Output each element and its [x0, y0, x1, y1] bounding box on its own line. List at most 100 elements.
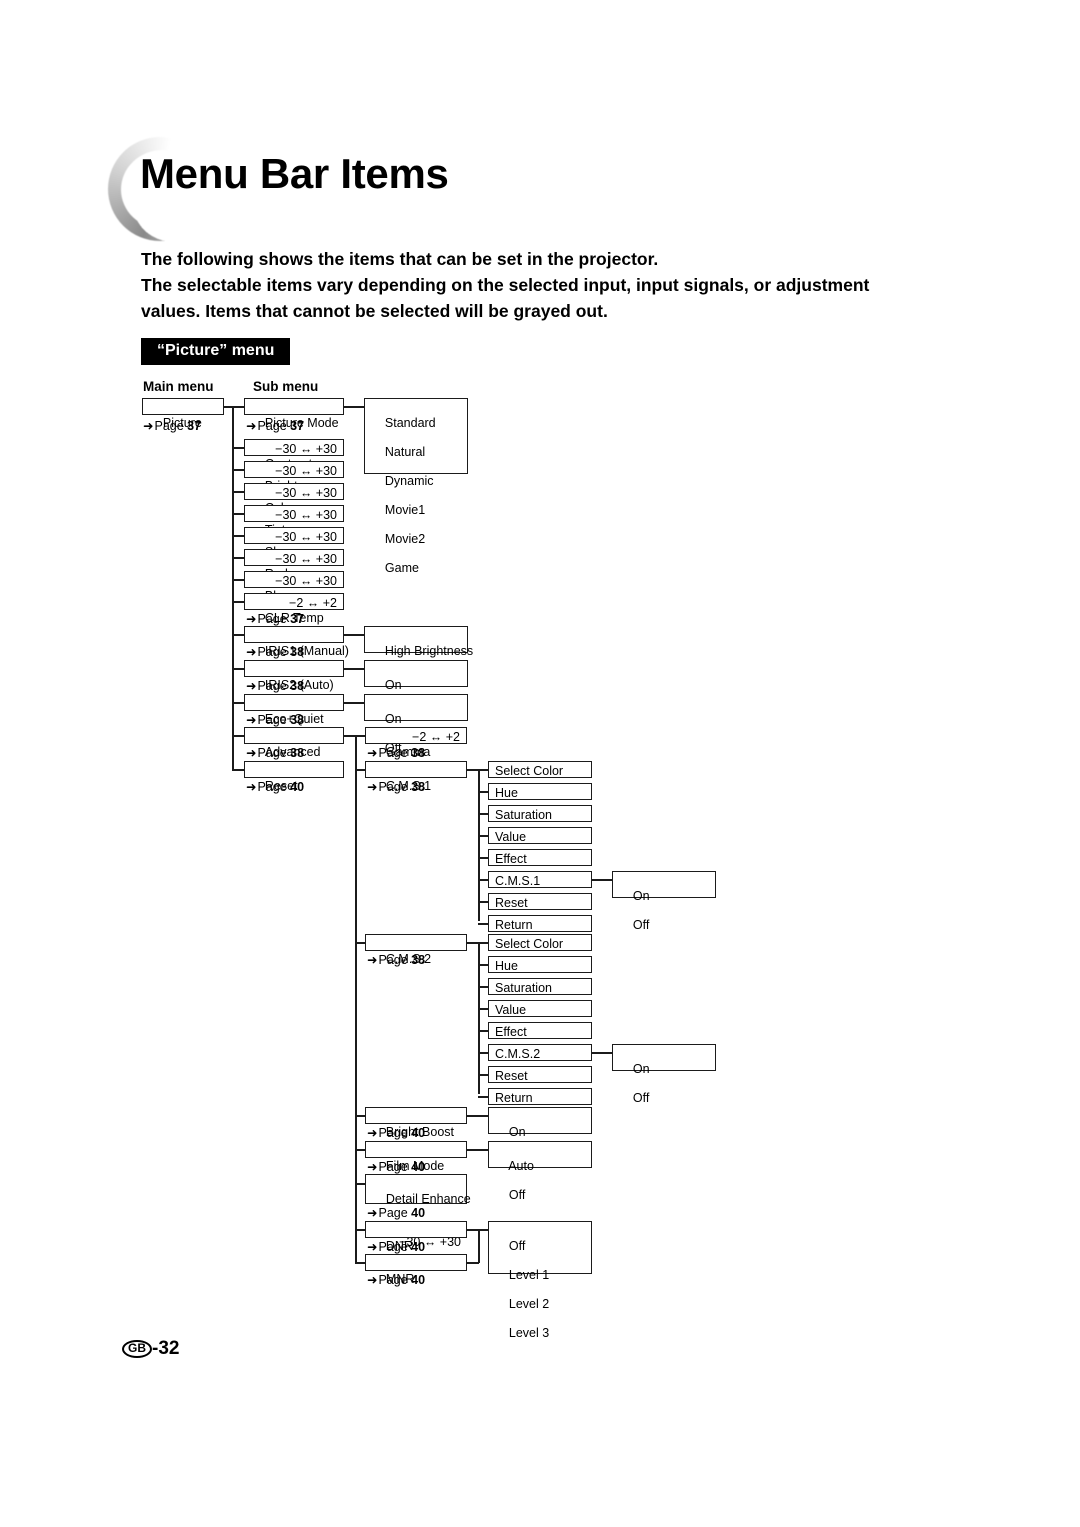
- pageref-clr-temp: ➜Page 37: [246, 612, 305, 626]
- node-film-mode-options[interactable]: Auto Off: [488, 1141, 592, 1202]
- connector-adv-6: [355, 1229, 365, 1231]
- node-picture[interactable]: Picture: [142, 398, 224, 430]
- connector-sub-0: [232, 406, 244, 408]
- connector-sub-1: [232, 447, 244, 449]
- node-picture-mode-options[interactable]: Standard Natural Dynamic Movie1 Movie2 G…: [364, 398, 468, 575]
- connector-sub-13: [232, 769, 244, 771]
- node-dnr-mnr-options[interactable]: Off Level 1 Level 2 Level 3: [488, 1221, 592, 1340]
- node-eco-quiet[interactable]: Eco+Quiet: [244, 694, 344, 726]
- connector-cms1-1: [478, 791, 488, 793]
- column-heading-sub-menu: Sub menu: [253, 379, 319, 394]
- node-detail-enhance[interactable]: Detail Enhance −30 ↔ +30: [365, 1174, 471, 1249]
- node-cms1[interactable]: C.M.S.1: [365, 761, 467, 793]
- connector-adv-2: [355, 942, 365, 944]
- node-cms2-toggle-options[interactable]: On Off: [612, 1044, 716, 1105]
- menu-tree-diagram: Main menu Sub menu Picture ➜Page 37 Pict…: [0, 0, 1080, 1527]
- connector-cms2-1: [478, 964, 488, 966]
- connector-sub-11: [232, 702, 244, 704]
- connector-cms1-6: [478, 901, 488, 903]
- node-color[interactable]: Color−30 ↔ +30: [244, 483, 344, 515]
- node-cms2-return[interactable]: Return: [488, 1088, 592, 1105]
- connector-sub-10: [232, 668, 244, 670]
- connector-cms1-4: [478, 857, 488, 859]
- node-tint[interactable]: Tint−30 ↔ +30: [244, 505, 344, 537]
- node-iris2-options[interactable]: On Off: [364, 660, 468, 721]
- node-cms1-select-color[interactable]: Select Color: [488, 761, 592, 778]
- node-cms2-select-color[interactable]: Select Color: [488, 934, 592, 951]
- node-cms1-saturation[interactable]: Saturation: [488, 805, 592, 822]
- node-advanced[interactable]: Advanced: [244, 727, 344, 759]
- node-cms2[interactable]: C.M.S.2: [365, 934, 467, 966]
- node-cms2-toggle[interactable]: C.M.S.2: [488, 1044, 592, 1061]
- connector-sub-3: [232, 491, 244, 493]
- node-iris2-auto[interactable]: IRIS2 (Auto): [244, 660, 344, 692]
- pageref-reset: ➜Page 40: [246, 780, 305, 794]
- connector-adv-5: [355, 1183, 365, 1185]
- node-bright-boost-options[interactable]: On Off: [488, 1107, 592, 1168]
- pageref-iris2: ➜Page 38: [246, 679, 305, 693]
- connector-iris2-options: [344, 668, 364, 670]
- node-mnr[interactable]: MNR: [365, 1254, 467, 1286]
- connector-cms1-0: [478, 769, 488, 771]
- node-film-mode[interactable]: Film Mode: [365, 1141, 467, 1173]
- node-cms1-value[interactable]: Value: [488, 827, 592, 844]
- node-cms1-toggle-options[interactable]: On Off: [612, 871, 716, 932]
- pageref-picture-mode: ➜Page 37: [246, 419, 305, 433]
- node-blue[interactable]: Blue−30 ↔ +30: [244, 571, 344, 603]
- connector-cms2-toggle-options: [592, 1052, 612, 1054]
- connector-cms2-7: [478, 1096, 488, 1098]
- node-red[interactable]: Red−30 ↔ +30: [244, 549, 344, 581]
- node-cms2-effect[interactable]: Effect: [488, 1022, 592, 1039]
- connector-cms1-toggle-options: [592, 879, 612, 881]
- connector-sub-7: [232, 579, 244, 581]
- pageref-cms2: ➜Page 38: [367, 953, 426, 967]
- node-bright[interactable]: Bright−30 ↔ +30: [244, 461, 344, 493]
- connector-sub-6: [232, 557, 244, 559]
- connector-adv-4: [355, 1149, 365, 1151]
- node-dnr[interactable]: DNR: [365, 1221, 467, 1253]
- connector-cms1-2: [478, 813, 488, 815]
- pageref-dnr: ➜Page 40: [367, 1240, 426, 1254]
- connector-picturemode-options: [344, 406, 364, 408]
- connector-sub-12: [232, 735, 244, 737]
- connector-adv-7: [355, 1262, 365, 1264]
- pageref-cms1: ➜Page 38: [367, 780, 426, 794]
- connector-brightboost-options: [467, 1115, 488, 1117]
- connector-dnrmnr-options: [478, 1229, 488, 1231]
- connector-adv-1: [355, 769, 365, 771]
- footer-page-number: GB -32: [122, 1338, 179, 1360]
- connector-cms2-0: [478, 942, 488, 944]
- pageref-film-mode: ➜Page 40: [367, 1160, 426, 1174]
- node-cms1-toggle[interactable]: C.M.S.1: [488, 871, 592, 888]
- node-iris1-manual[interactable]: IRIS1 (Manual): [244, 626, 349, 658]
- connector-iris1-options: [344, 634, 364, 636]
- pageref-iris1: ➜Page 38: [246, 645, 305, 659]
- pageref-picture: ➜Page 37: [143, 419, 202, 433]
- node-cms2-saturation[interactable]: Saturation: [488, 978, 592, 995]
- node-sharp[interactable]: Sharp−30 ↔ +30: [244, 527, 344, 559]
- pageref-eco-quiet: ➜Page 38: [246, 713, 305, 727]
- node-cms2-hue[interactable]: Hue: [488, 956, 592, 973]
- node-cms1-effect[interactable]: Effect: [488, 849, 592, 866]
- node-bright-boost[interactable]: Bright Boost: [365, 1107, 467, 1139]
- node-reset[interactable]: Reset: [244, 761, 344, 793]
- connector-cms2-4: [478, 1030, 488, 1032]
- node-cms2-reset[interactable]: Reset: [488, 1066, 592, 1083]
- node-contrast[interactable]: Contrast−30 ↔ +30: [244, 439, 344, 471]
- node-cms1-reset[interactable]: Reset: [488, 893, 592, 910]
- node-eco-quiet-options[interactable]: On Off: [364, 694, 468, 755]
- node-cms1-return[interactable]: Return: [488, 915, 592, 932]
- pageref-mnr: ➜Page 40: [367, 1273, 426, 1287]
- connector-sub-5: [232, 535, 244, 537]
- connector-cms2-2: [478, 986, 488, 988]
- node-cms1-hue[interactable]: Hue: [488, 783, 592, 800]
- connector-sub-8: [232, 601, 244, 603]
- connector-cms2-3: [478, 1008, 488, 1010]
- node-picture-mode[interactable]: Picture Mode: [244, 398, 344, 430]
- node-gamma[interactable]: Gamma −2 ↔ +2: [365, 727, 467, 759]
- node-iris1-options[interactable]: High Brightness High Contrast: [364, 626, 473, 687]
- node-cms2-value[interactable]: Value: [488, 1000, 592, 1017]
- pageref-gamma: ➜Page 38: [367, 746, 426, 760]
- node-clr-temp[interactable]: CLR Temp −2 ↔ +2: [244, 593, 344, 625]
- connector-cms1-5: [478, 879, 488, 881]
